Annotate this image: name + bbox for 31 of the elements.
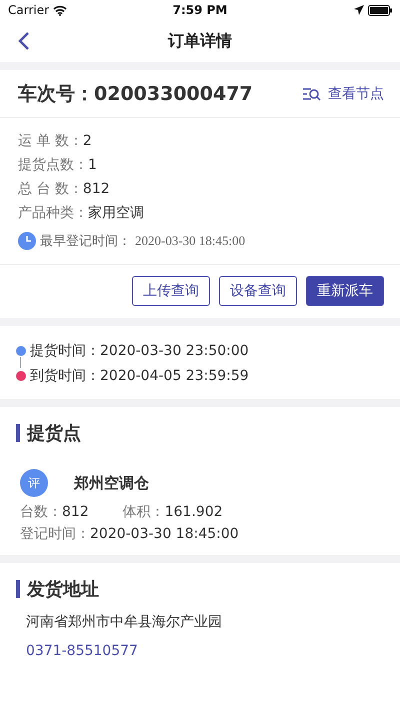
volume: 体积：161.902 [122,503,223,521]
warehouse-name: 郑州空调仓 [74,474,149,492]
register-time: 登记时间：2020-03-30 18:45:00 [20,525,240,543]
section-title: 提货点 [27,422,81,445]
trip-number: 车次号：020033000477 [18,82,253,106]
wifi-icon [53,4,68,16]
info-line: 总 台 数：812 [18,180,111,198]
carrier-label: Carrier [8,3,50,17]
battery-icon [368,4,392,16]
query-button[interactable]: 设备查询 [219,276,297,306]
earliest-time: 2020-03-30 18:45:00 [135,233,246,249]
clock-icon [18,232,36,250]
redispatch-button[interactable]: 重新派车 [306,276,384,306]
view-nodes-link[interactable]: 查看节点 [302,84,384,102]
list-search-icon [302,86,322,100]
section-title: 发货地址 [27,578,99,601]
query-button[interactable]: 上传查询 [132,276,210,306]
back-icon[interactable] [18,31,30,51]
info-line: 运 单 数：2 [18,132,93,150]
timeline-text: 提货时间：2020-03-30 23:50:00 [30,342,249,360]
timeline-text: 到货时间：2020-04-05 23:59:59 [30,367,249,385]
page-title: 订单详情 [168,30,232,52]
location-arrow-icon [354,5,364,15]
rating-badge: 评 [20,469,48,497]
unit-count: 台数：812 [20,503,89,521]
phone-link[interactable]: 0371-85510577 [26,643,374,659]
info-line: 提货点数：1 [18,156,98,174]
info-line: 产品种类：家用空调 [18,204,145,222]
address-text: 河南省郑州市中牟县海尔产业园 [26,613,223,631]
earliest-label: 最早登记时间： [40,233,131,250]
clock-time: 7:59 PM [172,3,228,17]
